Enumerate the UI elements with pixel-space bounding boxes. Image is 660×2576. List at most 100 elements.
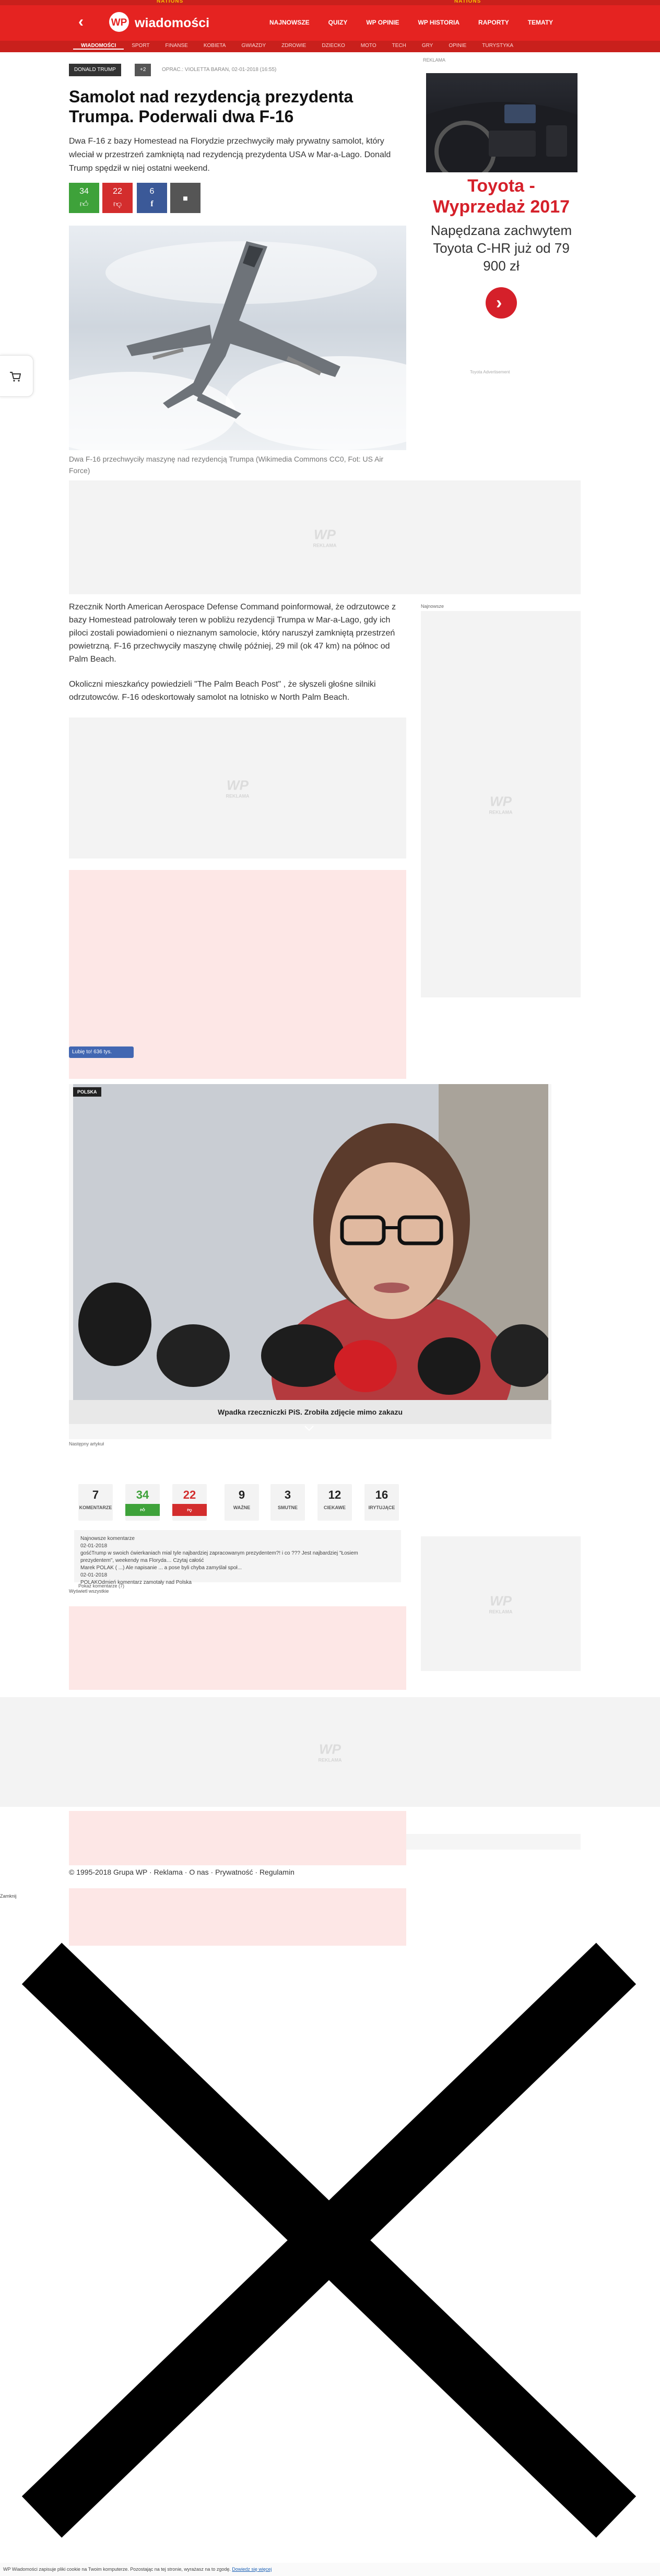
ad-footer: Toyota Advertisement <box>470 370 510 374</box>
facebook-like-button[interactable]: Lubię to! 636 tys. <box>69 1046 134 1058</box>
comment-text[interactable]: gośćTrump w swoich ćwierkaniach mial tyl… <box>80 1550 395 1557</box>
footer-link-reklama[interactable]: Reklama <box>154 1868 183 1876</box>
count-value: 34 <box>136 1488 149 1501</box>
reaction-smutne-button[interactable]: 3 SMUTNE <box>270 1484 305 1521</box>
nav-item-najnowsze[interactable]: NAJNOWSZE <box>260 19 319 26</box>
f16-jet-illustration <box>69 241 406 450</box>
ad-slot-pink[interactable] <box>69 1811 406 1865</box>
count-value: 3 <box>284 1488 291 1501</box>
topic-tag-more[interactable]: +2 <box>135 64 151 76</box>
ad-slot-pink[interactable] <box>69 1606 406 1690</box>
reaction-wazne-button[interactable]: 9 WAŻNE <box>225 1484 259 1521</box>
wide-ad-placeholder[interactable]: WP REKLAMA <box>0 1697 660 1807</box>
cookie-text: WP Wiadomości zapisuje pliki cookie na T… <box>3 2567 231 2572</box>
topic-tag[interactable]: DONALD TRUMP <box>69 64 121 76</box>
section-kobieta[interactable]: KOBIETA <box>196 43 234 50</box>
section-gwiazdy[interactable]: GWIAZDY <box>233 43 274 50</box>
article-paragraph: Rzecznik North American Aerospace Defens… <box>69 603 396 664</box>
ad-cta-button[interactable]: › <box>486 287 517 319</box>
promo-category-badge: POLSKA <box>73 1087 101 1097</box>
section-moto[interactable]: MOTO <box>353 43 384 50</box>
section-zdrowie[interactable]: ZDROWIE <box>274 43 314 50</box>
promo-photo[interactable] <box>73 1084 548 1400</box>
promo-title[interactable]: Wpadka rzeczniczki PiS. Zrobiła zdjęcie … <box>69 1400 551 1424</box>
nav-item-raporty[interactable]: RAPORTY <box>469 19 518 26</box>
back-arrow-icon[interactable]: ‹ <box>78 14 91 30</box>
comment-button[interactable]: ■ <box>170 183 201 213</box>
article-title: Samolot nad rezydencją prezydenta Trumpa… <box>69 87 353 126</box>
header-inner: ‹ WP wiadomości NAJNOWSZE QUIZY WP OPINI… <box>69 5 591 41</box>
facebook-share-button[interactable]: 6 f <box>137 183 167 213</box>
comment-date: 02-01-2018 <box>80 1543 108 1549</box>
count-value: 9 <box>238 1488 245 1501</box>
ad-headline[interactable]: Toyota - Wyprzedaż 2017 <box>423 175 580 217</box>
comment-date: 02-01-2018 <box>80 1572 108 1578</box>
show-all-link[interactable]: Wyświetl wszystkie <box>69 1589 109 1594</box>
floating-cart-button[interactable] <box>0 355 33 397</box>
wp-placeholder-logo: WP REKLAMA <box>226 777 250 799</box>
chevron-right-icon: › <box>496 293 502 313</box>
count-value: 7 <box>92 1488 99 1501</box>
ad-text[interactable]: Napędzana zachwytem Toyota C-HR już od 7… <box>423 221 580 275</box>
ad-label: REKLAMA <box>423 57 446 63</box>
comment-text[interactable]: Marek POLAK ( ...) Ale napisanie ... a p… <box>80 1565 395 1572</box>
comment-icon: ■ <box>183 194 188 203</box>
wp-placeholder-logo: WP REKLAMA <box>313 526 337 548</box>
facebook-icon: f <box>150 199 154 208</box>
comments-heading: Najnowsze komentarze <box>80 1536 135 1542</box>
close-overlay-icon[interactable] <box>0 1922 660 2559</box>
reaction-down-button[interactable]: 22 👎︎ <box>172 1484 207 1521</box>
article-lead: Dwa F-16 z bazy Homestead na Florydzie p… <box>69 137 391 173</box>
reaction-irytujace-button[interactable]: 16 IRYTUJĄCE <box>364 1484 399 1521</box>
cookie-more-link[interactable]: Dowiedz się więcej <box>232 2567 272 2572</box>
count-value: 22 <box>183 1488 196 1501</box>
site-name[interactable]: wiadomości <box>135 16 209 31</box>
promo-subtitle: Następny artykuł <box>69 1441 104 1446</box>
sidebar-ad-placeholder[interactable]: WP REKLAMA <box>421 611 581 997</box>
thumbs-down-icon: 👎︎ <box>172 1504 207 1516</box>
nav-item-tematy[interactable]: TEMATY <box>518 19 562 26</box>
nav-item-quizy[interactable]: QUIZY <box>319 19 357 26</box>
section-turystyka[interactable]: TURYSTYKA <box>474 43 521 50</box>
article-meta: OPRAC.: VIOLETTA BARAN, 02-01-2018 (16:5… <box>162 67 277 73</box>
footer-link-o-nas[interactable]: O nas <box>189 1868 208 1876</box>
vote-up-button[interactable]: 34 👍︎ <box>69 183 99 213</box>
section-gry[interactable]: GRY <box>414 43 441 50</box>
cart-icon <box>10 372 21 382</box>
wp-logo-icon[interactable]: WP <box>108 11 130 32</box>
close-label[interactable]: Zamknij <box>0 1893 17 1899</box>
chevron-down-icon[interactable] <box>304 1425 314 1432</box>
nav-item-wp-opinie[interactable]: WP OPINIE <box>357 19 408 26</box>
footer-link-regulamin[interactable]: Regulamin <box>260 1868 294 1876</box>
reaction-ciekawe-button[interactable]: 12 CIEKAWE <box>317 1484 352 1521</box>
article-image[interactable] <box>69 226 406 450</box>
car-dashboard-image[interactable] <box>426 73 578 172</box>
footer-link-prywatnosc[interactable]: Prywatność <box>215 1868 253 1876</box>
count-value: 12 <box>328 1488 341 1501</box>
top-banner-ad[interactable]: NATIONS NATIONS <box>0 0 660 5</box>
sidebar-ad-placeholder[interactable]: WP REKLAMA <box>421 1536 581 1671</box>
ad-placeholder[interactable]: WP REKLAMA <box>69 480 581 594</box>
reaction-up-button[interactable]: 34 👍︎ <box>125 1484 160 1521</box>
comment-text[interactable]: prezydentem", weekendy ma Floryda… Czyta… <box>80 1557 395 1565</box>
section-nav: WIADOMOŚCI SPORT FINANSE KOBIETA GWIAZDY… <box>73 43 521 50</box>
ad-placeholder[interactable]: WP REKLAMA <box>69 717 406 858</box>
section-dziecko[interactable]: DZIECKO <box>314 43 352 50</box>
latest-comments-box[interactable]: Najnowsze komentarze 02-01-2018 gośćTrum… <box>74 1530 401 1585</box>
copyright: © 1995-2018 Grupa WP <box>69 1868 148 1876</box>
sidebar-heading: Najnowsze <box>421 604 444 609</box>
count-label: WAŻNE <box>233 1505 251 1510</box>
nav-item-wp-historia[interactable]: WP HISTORIA <box>408 19 469 26</box>
svg-text:WP: WP <box>111 17 127 28</box>
section-wiadomosci[interactable]: WIADOMOŚCI <box>73 43 124 50</box>
show-comments-link[interactable]: Pokaż komentarze (7) <box>78 1583 124 1589</box>
banner-text: NATIONS <box>157 0 184 4</box>
section-finanse[interactable]: FINANSE <box>158 43 196 50</box>
comments-count-button[interactable]: 7 KOMENTARZE <box>78 1484 113 1521</box>
section-opinie[interactable]: OPINIE <box>441 43 474 50</box>
vote-down-button[interactable]: 22 👎︎ <box>102 183 133 213</box>
comment-text[interactable]: POLAKOdmień komentarz zamotały nad Polsk… <box>80 1579 395 1586</box>
section-tech[interactable]: TECH <box>384 43 414 50</box>
section-sport[interactable]: SPORT <box>124 43 157 50</box>
cookie-bar: WP Wiadomości zapisuje pliki cookie na T… <box>0 2563 660 2576</box>
